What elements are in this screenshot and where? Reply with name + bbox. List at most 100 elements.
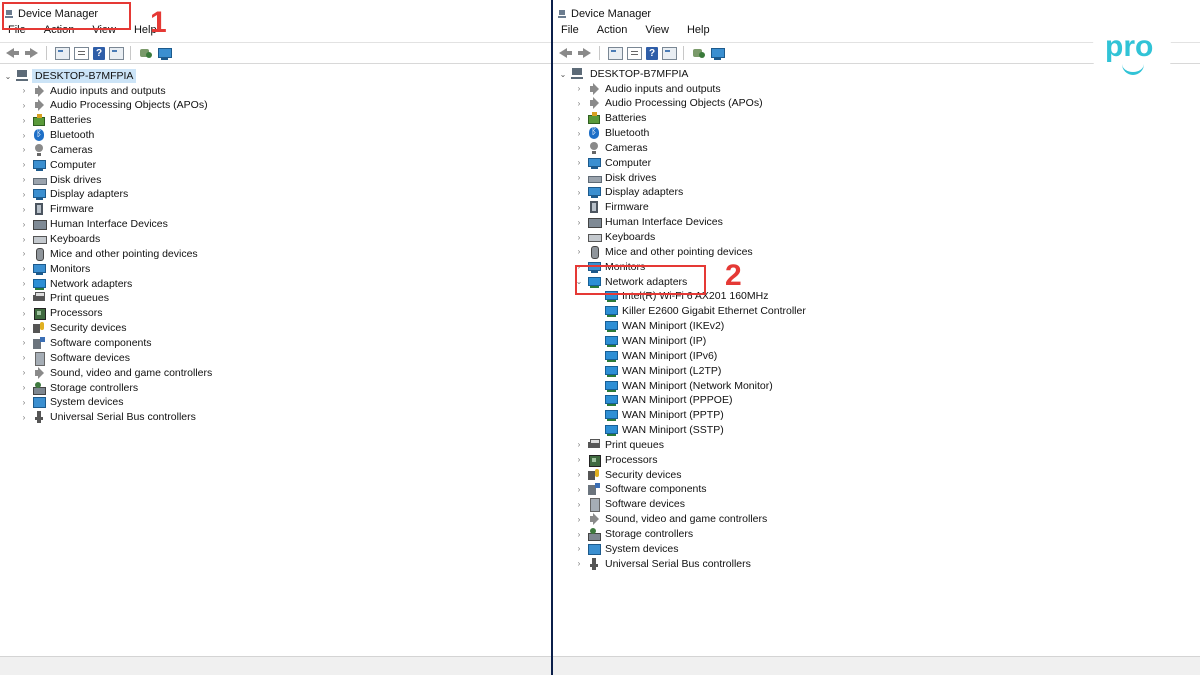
- scan-hardware-icon[interactable]: [139, 47, 153, 60]
- chevron-right-icon[interactable]: ›: [20, 145, 28, 154]
- category-item[interactable]: › Bluetooth: [20, 128, 94, 143]
- category-item[interactable]: › Network adapters: [20, 276, 132, 291]
- category-item[interactable]: › Keyboards: [575, 230, 656, 245]
- chevron-right-icon[interactable]: ›: [575, 84, 583, 93]
- properties-icon[interactable]: [627, 46, 642, 60]
- category-item[interactable]: › Audio Processing Objects (APOs): [20, 98, 208, 113]
- device-item[interactable]: Killer E2600 Gigabit Ethernet Controller: [605, 304, 806, 319]
- scan-hardware-icon[interactable]: [692, 47, 706, 60]
- category-item[interactable]: › Sound, video and game controllers: [575, 512, 767, 527]
- help-icon[interactable]: ?: [93, 46, 105, 60]
- chevron-right-icon[interactable]: ›: [575, 544, 583, 553]
- chevron-right-icon[interactable]: ›: [20, 309, 28, 318]
- category-item[interactable]: › Sound, video and game controllers: [20, 365, 212, 380]
- category-item[interactable]: › Storage controllers: [575, 527, 693, 542]
- chevron-right-icon[interactable]: ›: [575, 173, 583, 182]
- category-item[interactable]: › Universal Serial Bus controllers: [575, 556, 751, 571]
- category-item[interactable]: › Monitors: [20, 261, 90, 276]
- device-item[interactable]: WAN Miniport (Network Monitor): [605, 378, 773, 393]
- chevron-right-icon[interactable]: ›: [575, 143, 583, 152]
- device-item[interactable]: WAN Miniport (SSTP): [605, 423, 724, 438]
- action-pane-icon[interactable]: [662, 47, 677, 60]
- category-item[interactable]: › Firmware: [575, 200, 649, 215]
- menu-file[interactable]: File: [561, 24, 579, 41]
- category-item[interactable]: › Disk drives: [20, 172, 102, 187]
- chevron-right-icon[interactable]: ›: [575, 114, 583, 123]
- category-item[interactable]: › Print queues: [20, 291, 109, 306]
- device-item[interactable]: WAN Miniport (IP): [605, 333, 706, 348]
- category-item[interactable]: › Software components: [575, 482, 707, 497]
- show-hide-console-tree-icon[interactable]: [55, 47, 70, 60]
- category-item[interactable]: › Firmware: [20, 202, 94, 217]
- chevron-right-icon[interactable]: ›: [20, 264, 28, 273]
- category-item[interactable]: › Software components: [20, 335, 152, 350]
- menu-help[interactable]: Help: [687, 24, 710, 41]
- category-item[interactable]: › Universal Serial Bus controllers: [20, 410, 196, 425]
- chevron-right-icon[interactable]: ›: [20, 398, 28, 407]
- device-item[interactable]: WAN Miniport (IKEv2): [605, 319, 724, 334]
- category-item[interactable]: › Keyboards: [20, 232, 101, 247]
- category-item[interactable]: › Cameras: [575, 140, 648, 155]
- chevron-right-icon[interactable]: ›: [20, 175, 28, 184]
- chevron-right-icon[interactable]: ›: [20, 190, 28, 199]
- chevron-right-icon[interactable]: ›: [575, 530, 583, 539]
- category-item[interactable]: › Mice and other pointing devices: [575, 244, 753, 259]
- device-item[interactable]: WAN Miniport (PPTP): [605, 408, 724, 423]
- category-item[interactable]: › Software devices: [575, 497, 685, 513]
- chevron-right-icon[interactable]: ›: [575, 233, 583, 242]
- chevron-right-icon[interactable]: ›: [575, 188, 583, 197]
- monitor-icon[interactable]: [710, 47, 725, 60]
- chevron-right-icon[interactable]: ›: [20, 294, 28, 303]
- chevron-right-icon[interactable]: ›: [20, 249, 28, 258]
- chevron-right-icon[interactable]: ›: [575, 158, 583, 167]
- category-item[interactable]: › Security devices: [575, 467, 681, 482]
- category-item[interactable]: › Display adapters: [575, 185, 683, 200]
- category-item[interactable]: › Print queues: [575, 437, 664, 452]
- category-item[interactable]: › Processors: [575, 452, 658, 467]
- chevron-right-icon[interactable]: ›: [575, 500, 583, 509]
- chevron-down-icon[interactable]: ⌄: [559, 70, 567, 79]
- category-item[interactable]: › Security devices: [20, 321, 126, 336]
- category-item[interactable]: › Display adapters: [20, 187, 128, 202]
- category-item[interactable]: › Bluetooth: [575, 126, 649, 141]
- forward-icon[interactable]: [577, 46, 593, 60]
- chevron-right-icon[interactable]: ›: [575, 99, 583, 108]
- chevron-right-icon[interactable]: ›: [575, 515, 583, 524]
- chevron-right-icon[interactable]: ›: [20, 383, 28, 392]
- chevron-down-icon[interactable]: ⌄: [4, 72, 12, 81]
- chevron-right-icon[interactable]: ›: [575, 203, 583, 212]
- chevron-right-icon[interactable]: ›: [20, 338, 28, 347]
- tree-root[interactable]: ⌄ DESKTOP-B7MFPIA: [4, 68, 137, 84]
- chevron-right-icon[interactable]: ›: [20, 101, 28, 110]
- back-icon[interactable]: [557, 46, 573, 60]
- monitor-icon[interactable]: [157, 47, 172, 60]
- chevron-right-icon[interactable]: ›: [575, 485, 583, 494]
- category-item[interactable]: › Cameras: [20, 142, 93, 157]
- chevron-right-icon[interactable]: ›: [20, 131, 28, 140]
- category-item[interactable]: › Computer: [20, 157, 96, 172]
- chevron-right-icon[interactable]: ›: [20, 353, 28, 362]
- action-pane-icon[interactable]: [109, 47, 124, 60]
- help-icon[interactable]: ?: [646, 46, 658, 60]
- category-item[interactable]: › Storage controllers: [20, 380, 138, 395]
- category-item[interactable]: › System devices: [20, 395, 124, 410]
- device-item[interactable]: WAN Miniport (L2TP): [605, 363, 721, 378]
- chevron-right-icon[interactable]: ›: [20, 235, 28, 244]
- chevron-right-icon[interactable]: ›: [20, 279, 28, 288]
- category-item[interactable]: › Human Interface Devices: [20, 217, 168, 232]
- device-item[interactable]: WAN Miniport (PPPOE): [605, 393, 732, 408]
- category-item[interactable]: › Mice and other pointing devices: [20, 246, 198, 261]
- chevron-right-icon[interactable]: ›: [575, 470, 583, 479]
- chevron-right-icon[interactable]: ›: [20, 413, 28, 422]
- chevron-right-icon[interactable]: ›: [575, 218, 583, 227]
- category-item[interactable]: › Batteries: [20, 113, 91, 128]
- menu-action[interactable]: Action: [597, 24, 628, 41]
- category-item[interactable]: › Software devices: [20, 350, 130, 366]
- forward-icon[interactable]: [24, 46, 40, 60]
- chevron-right-icon[interactable]: ›: [20, 160, 28, 169]
- chevron-right-icon[interactable]: ›: [575, 247, 583, 256]
- chevron-right-icon[interactable]: ›: [575, 129, 583, 138]
- chevron-right-icon[interactable]: ›: [20, 220, 28, 229]
- device-item[interactable]: WAN Miniport (IPv6): [605, 348, 717, 363]
- chevron-right-icon[interactable]: ›: [20, 116, 28, 125]
